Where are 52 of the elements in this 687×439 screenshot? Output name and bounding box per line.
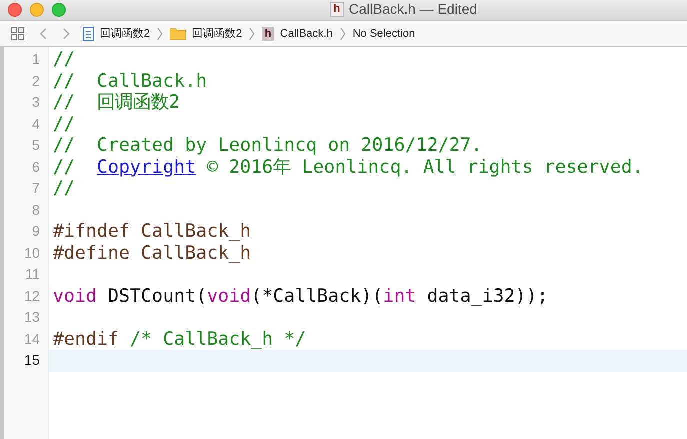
code-comment: // 回调函数2 <box>53 92 180 113</box>
line-number: 6 <box>32 158 40 176</box>
chevron-icon <box>157 26 164 40</box>
document-icon <box>83 26 94 40</box>
code-comment: /* CallBack_h */ <box>130 328 306 350</box>
preprocessor-directive: #endif <box>53 328 120 350</box>
code-comment: // <box>53 49 76 70</box>
code-comment: // <box>53 156 76 178</box>
line-number: 14 <box>24 330 40 348</box>
line-number: 2 <box>32 72 40 90</box>
preprocessor-directive: #ifndef CallBack_h <box>53 221 252 242</box>
breadcrumb-item[interactable]: 回调函数2 <box>100 26 150 41</box>
code-text: data_i32)); <box>426 286 548 306</box>
chevron-icon <box>249 26 256 40</box>
code-comment: // Created by Leonlincq on 2016/12/27. <box>53 135 482 156</box>
folder-icon <box>170 27 186 40</box>
line-number: 11 <box>25 265 40 284</box>
back-icon[interactable] <box>39 26 49 40</box>
keyword: int <box>383 286 416 306</box>
code-text: DSTCount( <box>107 286 208 306</box>
line-number: 15 <box>24 351 40 370</box>
code-comment: // <box>53 114 76 134</box>
code-comment: // CallBack.h <box>53 70 208 92</box>
line-number: 9 <box>32 222 40 241</box>
chevron-icon <box>340 26 346 40</box>
breadcrumb-item[interactable]: 回调函数2 <box>192 26 242 41</box>
forward-icon[interactable] <box>61 26 71 40</box>
code-text: (*CallBack)( <box>251 286 384 306</box>
keyword: void <box>207 286 252 306</box>
line-number: 7 <box>32 179 40 198</box>
line-number: 8 <box>32 200 40 220</box>
line-number: 1 <box>32 50 40 69</box>
close-button[interactable] <box>8 3 22 17</box>
line-number: 3 <box>32 93 40 112</box>
line-number: 5 <box>32 136 40 155</box>
grid-icon[interactable] <box>11 26 25 40</box>
minimize-button[interactable] <box>30 3 44 17</box>
header-file-icon: h <box>262 26 274 40</box>
breadcrumb-item[interactable]: No Selection <box>352 28 416 40</box>
code-comment: // <box>53 178 76 199</box>
zoom-button[interactable] <box>52 3 66 17</box>
keyword: void <box>53 286 98 306</box>
breadcrumb-item[interactable]: CallBack.h <box>280 28 333 40</box>
preprocessor-directive: #define CallBack_h <box>53 242 252 264</box>
window-title: CallBack.h — Edited <box>349 1 478 17</box>
line-number: 4 <box>32 114 40 134</box>
copyright-link[interactable]: Copyright <box>97 156 196 178</box>
code-comment: © 2016年 Leonlincq. All rights reserved. <box>206 156 644 178</box>
header-file-icon: h <box>330 2 344 16</box>
line-number: 12 <box>24 286 40 306</box>
line-number: 13 <box>24 308 40 327</box>
line-number: 10 <box>24 244 40 262</box>
